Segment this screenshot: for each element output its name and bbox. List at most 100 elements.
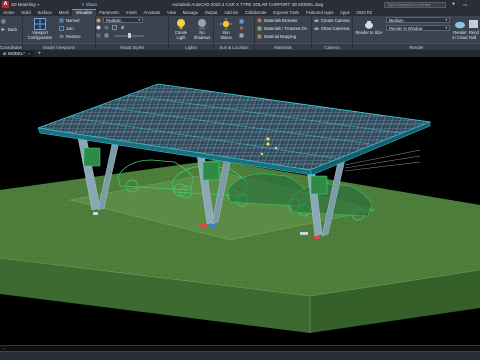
tab-solid[interactable]: Solid (18, 9, 34, 16)
tab-surface[interactable]: Surface (34, 9, 55, 16)
create-camera-button[interactable]: Create Camera (314, 18, 350, 23)
render-in-dropdown[interactable]: Render in Window ▼ (386, 25, 450, 31)
ribbon: Back Coordinates Viewport Configuration … (0, 16, 480, 50)
sun-status-button[interactable]: Sun Status (216, 18, 236, 40)
viewport-grid-icon (34, 18, 46, 30)
close-icon[interactable]: × (28, 51, 30, 56)
tab-annotate[interactable]: Annotate (140, 9, 164, 16)
date-icon[interactable] (239, 33, 244, 38)
user-icon[interactable]: ● (452, 0, 455, 9)
file-tab-label: ar MODEL* (3, 51, 25, 56)
view-cube-icon (1, 19, 6, 24)
tab-insert[interactable]: Insert (123, 9, 140, 16)
panel-visual-styles: Realistic ▼ Visual Styles (96, 16, 168, 50)
tab-mesh[interactable]: Mesh (55, 9, 72, 16)
carport-3d-scene (0, 83, 480, 333)
join-button[interactable]: Join (59, 26, 74, 31)
panel-materials: Materials Browser Materials / Textures O… (255, 16, 311, 50)
share-button[interactable]: ⇪ Share (81, 2, 97, 8)
opacity-slider[interactable] (114, 33, 144, 38)
panel-model-viewports: Viewport Configuration Named Join Restor… (23, 16, 95, 50)
tab-manage[interactable]: Manage (179, 9, 201, 16)
drawing-viewport[interactable] (0, 57, 480, 345)
file-tab[interactable]: ar MODEL* × (0, 50, 34, 57)
panel-title-render: Render (353, 43, 480, 50)
materials-textures-button[interactable]: Materials / Textures On (257, 26, 307, 31)
panel-sun-location: Sun Status Sun & Location (214, 16, 254, 50)
sphere-icon[interactable] (96, 25, 101, 30)
slider-knob[interactable] (128, 33, 131, 38)
share-label: Share (85, 2, 98, 7)
render-quality-dropdown[interactable]: Medium ▼ (386, 17, 450, 23)
tab-apps[interactable]: Apps (337, 9, 353, 16)
tab-express-tools[interactable]: Express Tools (270, 9, 303, 16)
tab-2023-r2[interactable]: 2023 R2 (353, 9, 376, 16)
location-icon[interactable] (239, 26, 244, 31)
visual-style-value: Realistic (106, 18, 122, 23)
restore-button[interactable]: Restore (59, 34, 81, 39)
face-style-icon[interactable] (104, 33, 109, 38)
panel-title-materials: Materials (255, 43, 311, 50)
tab-add-ins[interactable]: Add-ins (221, 9, 242, 16)
back-button[interactable]: Back (1, 27, 17, 32)
panel-title-model-viewports: Model Viewports (23, 43, 95, 50)
named-button[interactable]: Named (59, 18, 80, 23)
render-in-cloud-button[interactable]: Render in Cloud (452, 19, 468, 40)
restore-icon (59, 35, 64, 38)
render-to-size-button[interactable]: Render to Size (355, 19, 383, 36)
tab-output[interactable]: Output (201, 9, 220, 16)
viewport-configuration-button[interactable]: Viewport Configuration (25, 18, 55, 40)
create-light-label: Create Light (174, 30, 188, 40)
create-camera-label: Create Camera (321, 18, 350, 23)
sun-tools (239, 19, 244, 38)
material-mapping-button[interactable]: Material Mapping (257, 34, 296, 39)
named-viewports-icon (59, 18, 64, 23)
materials-browser-label: Materials Browser (264, 18, 298, 23)
tab-home[interactable]: Home (0, 9, 18, 16)
render-to-size-label: Render to Size (355, 30, 383, 35)
back-view-button[interactable] (1, 19, 6, 24)
new-tab-icon[interactable]: + (38, 51, 42, 57)
tab-featured-apps[interactable]: Featured Apps (303, 9, 337, 16)
visual-style-tools (96, 25, 125, 30)
materials-textures-label: Materials / Textures On (264, 26, 307, 31)
chevron-down-icon: ▼ (137, 18, 141, 22)
panel-title-visual-styles: Visual Styles (96, 43, 168, 50)
file-tabs-bar: ar MODEL* × + (0, 50, 480, 57)
xray-icon[interactable] (96, 33, 101, 38)
render-in-value: Render in Window (389, 26, 423, 31)
chevron-down-icon: ▼ (444, 26, 448, 30)
cube-icon[interactable] (120, 25, 125, 30)
render-gallery-button[interactable]: Rend Gall (469, 19, 480, 40)
ribbon-tabs: Home Solid Surface Mesh Visualize Parametric I… (0, 9, 480, 16)
sky-icon[interactable] (239, 19, 244, 24)
title-bar: A 3D Modeling ▼ ⇪ Share Autodesk AutoCAD… (0, 0, 480, 9)
sun-status-label: Sun Status (220, 30, 232, 40)
panel-render: Render to Size Medium ▼ Render in Window… (353, 16, 480, 50)
window-title: Autodesk AutoCAD 2023 4 CAR X TYPE SOLAR… (172, 2, 324, 7)
materials-browser-button[interactable]: Materials Browser (257, 18, 298, 23)
edges-icon[interactable] (112, 25, 117, 30)
autocad-logo-icon[interactable]: A (2, 1, 9, 8)
viewport-configuration-label: Viewport Configuration (27, 30, 53, 40)
workspace-switcher[interactable]: 3D Modeling ▼ (11, 2, 59, 7)
tab-parametric[interactable]: Parametric (96, 9, 123, 16)
tab-collaborate[interactable]: Collaborate (242, 9, 270, 16)
share-icon: ⇪ (81, 1, 85, 7)
tab-view[interactable]: View (164, 9, 180, 16)
tab-visualize[interactable]: Visualize (72, 9, 96, 16)
visual-style-dropdown[interactable]: Realistic ▼ (103, 17, 143, 23)
arrow-back-icon (1, 27, 5, 32)
create-light-button[interactable]: Create Light (171, 18, 191, 40)
no-shadows-button[interactable]: No Shadows (193, 18, 211, 40)
panel-title-lights: Lights (169, 43, 213, 50)
window-controls[interactable]: ▭ (463, 0, 467, 9)
shading-icon[interactable] (104, 25, 109, 30)
chevron-down-icon: ▼ (36, 2, 41, 7)
search-input[interactable]: Type a keyword or phrase (384, 1, 446, 8)
visual-style-tools-2 (96, 33, 144, 38)
show-cameras-button[interactable]: Show Cameras (314, 26, 350, 31)
restore-label: Restore (66, 34, 81, 39)
panel-lights: Create Light No Shadows Lights (169, 16, 213, 50)
render-in-cloud-label: Render in Cloud (452, 30, 468, 40)
